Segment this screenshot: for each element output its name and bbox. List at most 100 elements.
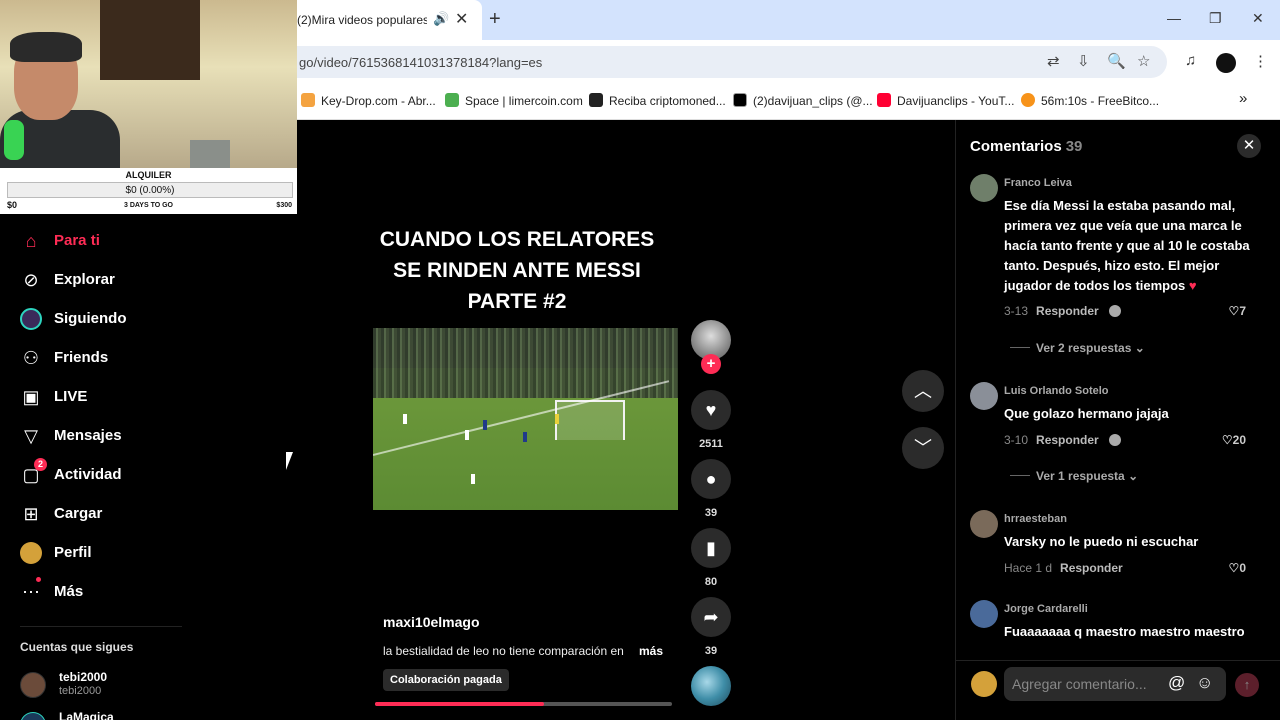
share-button[interactable]: ➦: [691, 597, 731, 637]
bookmark-label: 56m:10s - FreeBitco...: [1041, 94, 1160, 108]
more-icon: ⋯: [22, 582, 40, 602]
compass-icon: ⊘: [23, 270, 39, 290]
headphones: [4, 120, 24, 160]
profile-avatar-icon[interactable]: [1216, 53, 1236, 73]
arrow-up-icon: ↑: [1243, 677, 1251, 692]
avatar[interactable]: [970, 382, 998, 410]
more-bookmarks-icon[interactable]: »: [1239, 90, 1247, 107]
comment-like-button[interactable]: ♡7: [1229, 304, 1246, 318]
comment-date: 3-13: [1004, 304, 1029, 318]
bookmark-item[interactable]: Reciba criptomoned...: [589, 93, 726, 108]
share-count: 39: [704, 645, 718, 657]
comment-user[interactable]: Luis Orlando Sotelo: [1004, 385, 1109, 397]
bookmark-favicon-icon: [445, 93, 459, 107]
send-comment-button[interactable]: ↑: [1235, 673, 1259, 697]
bookmark-star-icon[interactable]: ☆: [1137, 52, 1150, 70]
comment-text: Fuaaaaaaa q maestro maestro maestro: [1004, 624, 1245, 639]
bookmark-label: Space | limercoin.com: [465, 94, 583, 108]
video-author[interactable]: maxi10elmago: [383, 614, 480, 630]
like-count: 2511: [699, 438, 723, 450]
speaker-icon[interactable]: 🔊: [433, 11, 449, 27]
address-url: go/video/7615368141031378184?lang=es: [299, 55, 543, 70]
comments-panel: Comentarios 39 ✕ Franco Leiva Ese día Mes…: [955, 120, 1280, 720]
bookmark-favicon-icon: [589, 93, 603, 107]
video-progress-bar[interactable]: [375, 702, 672, 706]
like-button[interactable]: ♥: [691, 390, 731, 430]
avatar[interactable]: [970, 174, 998, 202]
bookmark-favicon-icon: [733, 93, 747, 107]
bookmark-icon: ▮: [706, 538, 716, 558]
menu-kebab-icon[interactable]: ⋮: [1253, 52, 1268, 70]
minimize-icon[interactable]: —: [1167, 10, 1181, 26]
bookmark-item[interactable]: Davijuanclips - YouT...: [877, 93, 1014, 108]
comment-user[interactable]: hrraesteban: [1004, 513, 1067, 525]
media-control-icon[interactable]: ♫: [1185, 52, 1196, 69]
more-link[interactable]: más: [639, 644, 663, 658]
comment-user[interactable]: Jorge Cardarelli: [1004, 603, 1088, 615]
screen: ALQUILER $0 (0.00%) $0 3 DAYS TO GO $300…: [0, 0, 1280, 720]
comment-date: 3-10: [1004, 433, 1029, 447]
address-bar[interactable]: go/video/7615368141031378184?lang=es ⇄ ⇩…: [297, 46, 1167, 78]
replies-line: [1010, 347, 1030, 348]
close-tab-icon[interactable]: ✕: [455, 9, 468, 29]
sidebar-item-label: Siguiendo: [54, 310, 127, 327]
save-button[interactable]: ▮: [691, 528, 731, 568]
avatar[interactable]: [970, 510, 998, 538]
avatar: [20, 672, 46, 698]
comment-input[interactable]: [1004, 667, 1226, 701]
bookmark-item[interactable]: Space | limercoin.com: [445, 93, 583, 108]
close-comments-button[interactable]: ✕: [1237, 134, 1261, 158]
new-tab-icon[interactable]: +: [489, 8, 501, 31]
browser-tab[interactable]: (2)Mira videos populares se 🔊 ✕: [297, 0, 482, 40]
friends-icon: ⚇: [22, 348, 40, 368]
browser-tabstrip: (2)Mira videos populares se 🔊 ✕ + — ❐ ✕: [297, 0, 1280, 40]
bookmark-label: Reciba criptomoned...: [609, 94, 726, 108]
view-replies-label: Ver 2 respuestas: [1036, 341, 1132, 355]
bookmark-item[interactable]: 56m:10s - FreeBitco...: [1021, 93, 1159, 108]
bookmark-label: Davijuanclips - YouT...: [897, 94, 1015, 108]
video-description: la bestialidad de leo no tiene comparaci…: [383, 644, 624, 658]
red-heart-icon: ♥: [1188, 278, 1197, 293]
sidebar-item-label: Perfil: [54, 544, 92, 561]
video-player[interactable]: [373, 328, 678, 510]
heart-icon: ♥: [705, 400, 717, 420]
restore-icon[interactable]: ❐: [1209, 10, 1222, 27]
comment-like-button[interactable]: ♡0: [1229, 561, 1246, 575]
video-progress-fill: [375, 702, 545, 706]
install-icon[interactable]: ⇩: [1077, 52, 1090, 70]
profile-icon: [20, 542, 42, 564]
close-window-icon[interactable]: ✕: [1252, 10, 1264, 27]
view-replies-button[interactable]: Ver 2 respuestas ⌄: [1010, 341, 1145, 355]
bookmark-item[interactable]: Key-Drop.com - Abr...: [301, 93, 436, 108]
comment-like-count: 7: [1239, 304, 1246, 318]
emoji-icon[interactable]: ☺: [1196, 673, 1213, 693]
reply-button[interactable]: Responder: [1060, 561, 1123, 575]
mention-icon[interactable]: @: [1168, 673, 1185, 693]
view-replies-button[interactable]: Ver 1 respuesta ⌄: [1010, 469, 1138, 483]
comment-meta: 3-10 Responder: [1004, 433, 1121, 447]
comment-user[interactable]: Franco Leiva: [1004, 177, 1072, 189]
upload-icon: ⊞: [23, 504, 39, 524]
music-disc-icon[interactable]: [691, 666, 731, 706]
heart-outline-icon: ♡: [1228, 304, 1240, 318]
translate-icon[interactable]: ⇄: [1047, 52, 1060, 70]
sidebar: ⌂ Para ti ⊘ Explorar Siguiendo ⚇ Friends…: [0, 214, 297, 720]
player: [471, 474, 475, 484]
video-feed: CUANDO LOS RELATORES SE RINDEN ANTE MESS…: [297, 120, 955, 720]
next-video-button[interactable]: ﹀: [902, 427, 944, 469]
tab-title: (2)Mira videos populares se: [297, 13, 427, 27]
caption-line: PARTE #2: [467, 290, 567, 313]
previous-video-button[interactable]: ︿: [902, 370, 944, 412]
sidebar-item-label: Mensajes: [54, 427, 122, 444]
player: [403, 414, 407, 424]
player: [465, 430, 469, 440]
comment-button[interactable]: ●: [691, 459, 731, 499]
comment-like-button[interactable]: ♡20: [1222, 433, 1246, 447]
sidebar-item-label: Cargar: [54, 505, 103, 522]
avatar[interactable]: [970, 600, 998, 628]
reply-button[interactable]: Responder: [1036, 304, 1099, 318]
follow-plus-icon[interactable]: +: [701, 354, 721, 374]
reply-button[interactable]: Responder: [1036, 433, 1099, 447]
bookmark-item[interactable]: (2)davijuan_clips (@...: [733, 93, 873, 108]
zoom-icon[interactable]: 🔍: [1107, 52, 1126, 70]
